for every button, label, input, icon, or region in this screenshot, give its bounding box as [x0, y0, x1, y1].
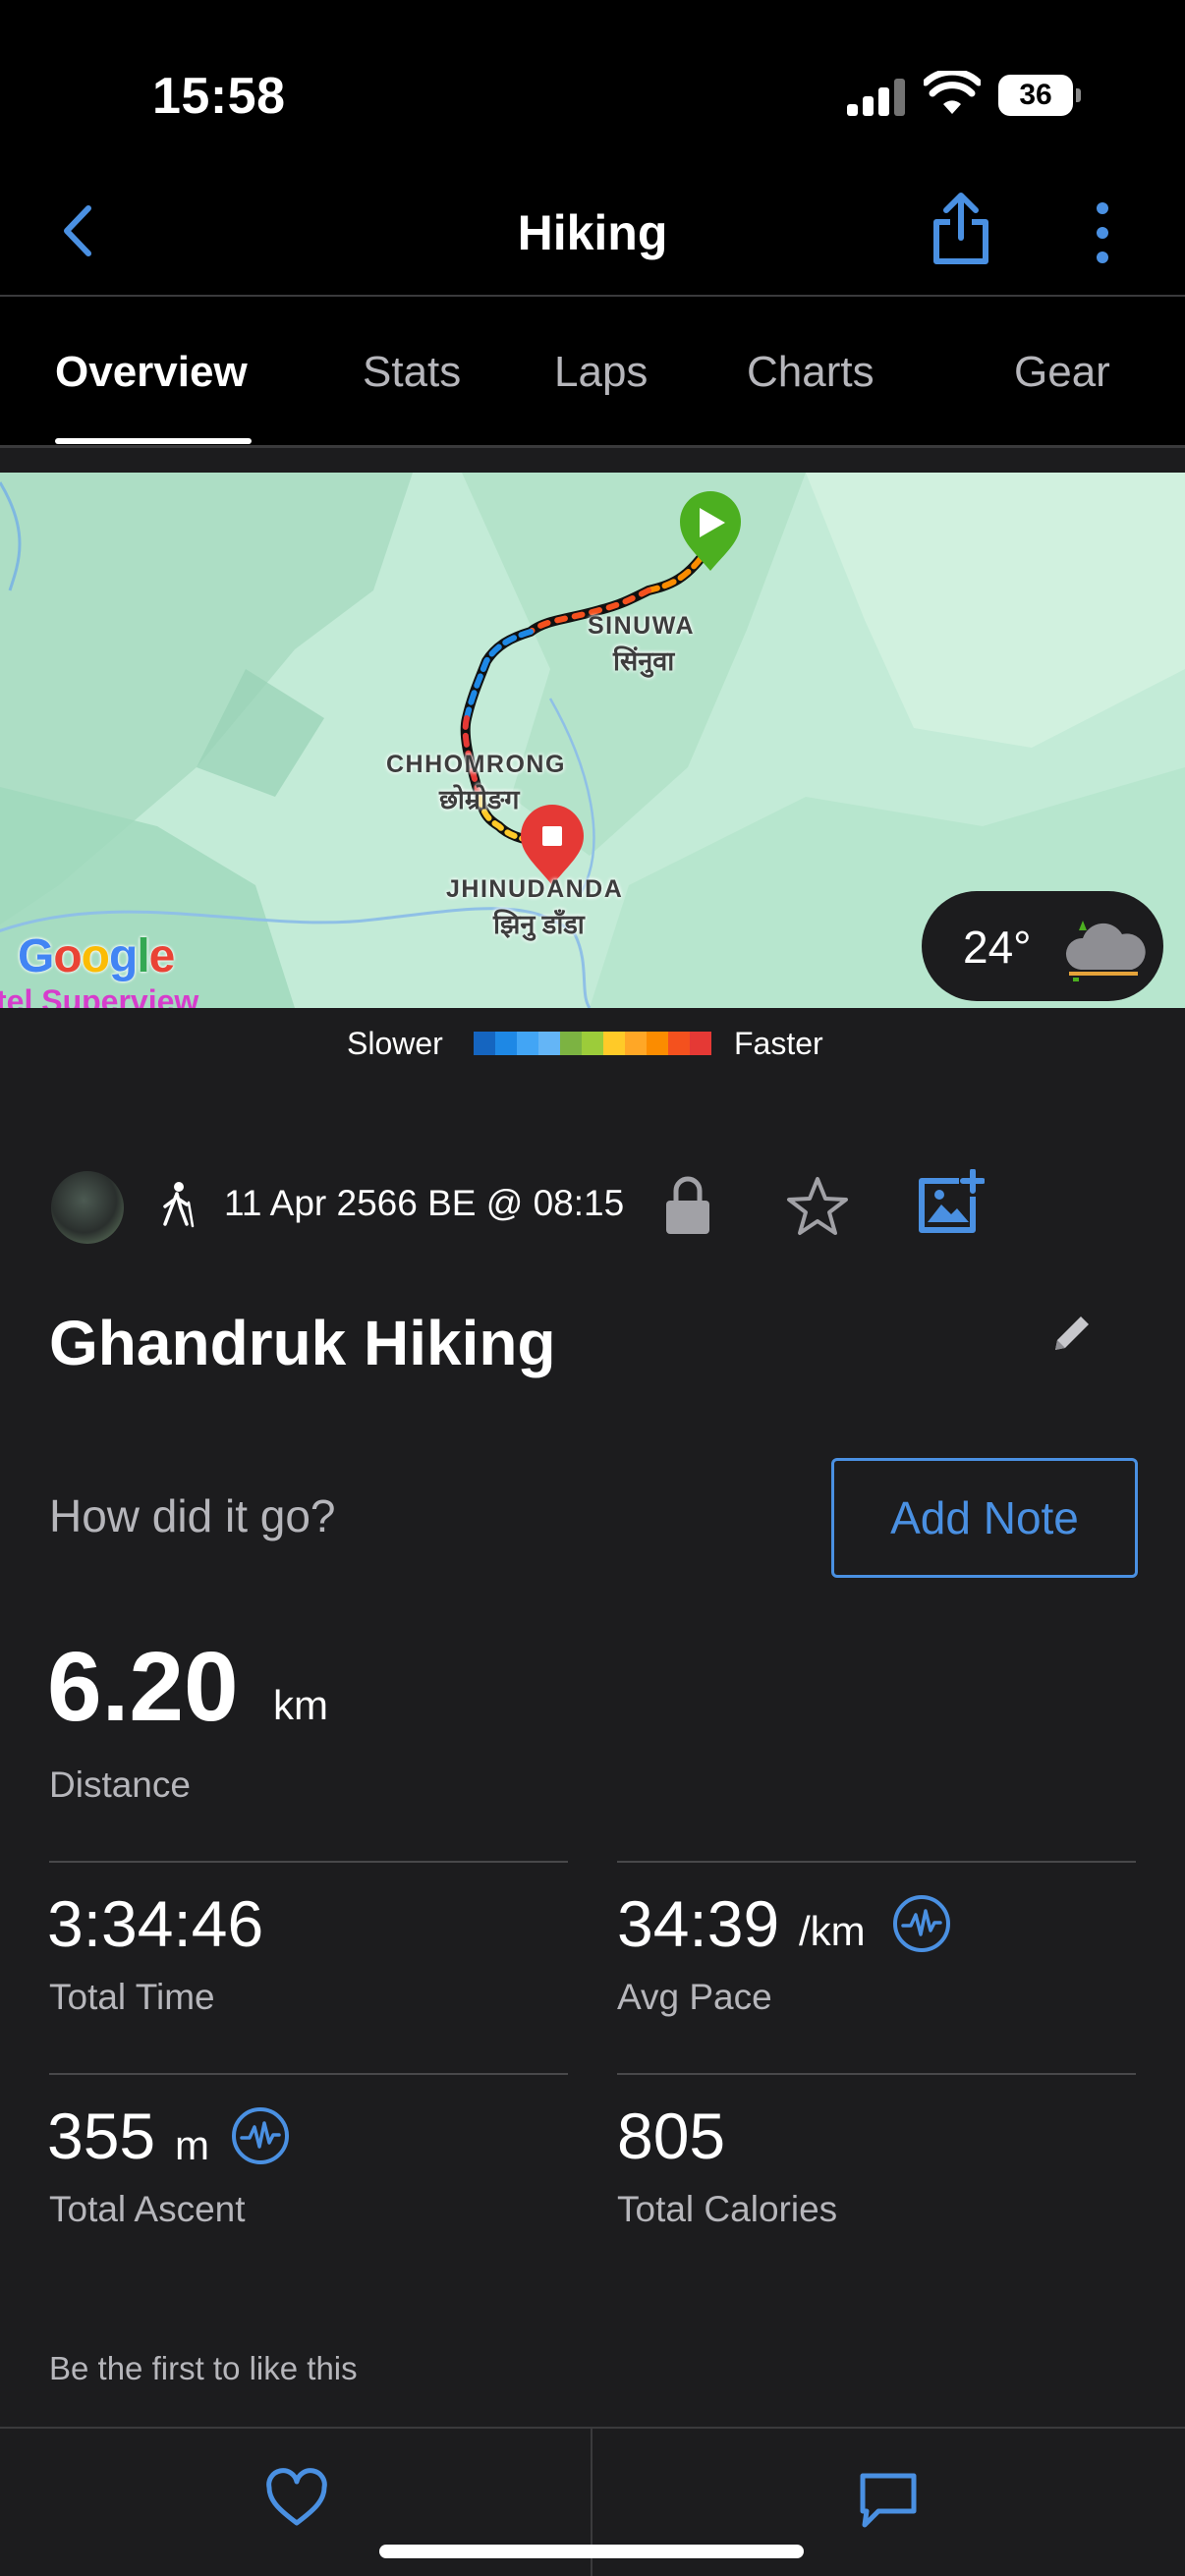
- legend-faster-label: Faster: [734, 1026, 823, 1061]
- activity-meta-row: 11 Apr 2566 BE @ 08:15: [0, 1159, 1185, 1248]
- battery-icon: 36: [998, 75, 1081, 116]
- share-icon[interactable]: [929, 191, 993, 267]
- activity-title: Ghandruk Hiking: [49, 1308, 556, 1378]
- total-time-value: 3:34:46: [47, 1887, 264, 1960]
- comment-icon[interactable]: [855, 2468, 922, 2531]
- avg-pace-label: Avg Pace: [617, 1977, 772, 2017]
- total-calories-value: 805: [617, 2100, 726, 2172]
- tab-bar: Overview Stats Laps Charts Gear: [0, 297, 1185, 448]
- route-map[interactable]: SINUWA सिंनुवा CHHOMRONG छोम्रोङग JHINUD…: [0, 473, 1185, 1008]
- map-label-sinuwa-local: सिंनुवा: [613, 646, 675, 676]
- map-label-chhomrong: CHHOMRONG: [386, 751, 566, 778]
- weather-badge[interactable]: 24°: [922, 891, 1163, 1001]
- tab-stats[interactable]: Stats: [363, 348, 461, 397]
- activity-date: 11 Apr 2566 BE @ 08:15: [224, 1183, 625, 1223]
- pace-legend: Slower Faster: [0, 1008, 1185, 1077]
- wifi-icon: [924, 71, 981, 114]
- pencil-icon[interactable]: [1047, 1309, 1097, 1358]
- distance-value: 6.20: [47, 1632, 239, 1742]
- stats-divider: [617, 2073, 1136, 2075]
- navigation-bar: Hiking: [0, 167, 1185, 297]
- likes-text: Be the first to like this: [49, 2350, 358, 2386]
- legend-color-scale: [474, 1032, 711, 1055]
- add-note-button[interactable]: Add Note: [831, 1458, 1138, 1578]
- pulse-icon[interactable]: [230, 2105, 291, 2166]
- note-prompt: How did it go?: [49, 1490, 336, 1541]
- home-indicator[interactable]: [379, 2545, 804, 2558]
- legend-slower-label: Slower: [347, 1026, 443, 1061]
- distance-label: Distance: [49, 1764, 191, 1805]
- star-icon[interactable]: [786, 1175, 849, 1236]
- stats-divider: [49, 1861, 568, 1863]
- total-ascent-value: 355: [47, 2100, 156, 2172]
- total-time-label: Total Time: [49, 1977, 215, 2017]
- pulse-icon[interactable]: [891, 1893, 952, 1954]
- avg-pace-unit: /km: [799, 1908, 866, 1954]
- heart-icon[interactable]: [263, 2468, 330, 2529]
- status-bar: 15:58 36: [0, 0, 1185, 167]
- tab-overview[interactable]: Overview: [55, 348, 248, 397]
- hiking-icon: [163, 1182, 195, 1228]
- lock-icon[interactable]: [660, 1173, 715, 1238]
- signal-icon: [847, 79, 906, 116]
- bottom-action-bar: [0, 2427, 1185, 2576]
- distance-unit: km: [273, 1682, 328, 1728]
- google-logo: Google: [18, 930, 175, 982]
- active-tab-indicator: [55, 438, 252, 444]
- add-photo-icon[interactable]: [916, 1169, 985, 1236]
- avatar[interactable]: [51, 1171, 124, 1244]
- tab-laps[interactable]: Laps: [554, 348, 648, 397]
- tab-charts[interactable]: Charts: [747, 348, 875, 397]
- map-poi-label: tel Superview: [0, 983, 199, 1008]
- total-calories-label: Total Calories: [617, 2189, 838, 2229]
- map-label-chhomrong-local: छोम्रोङग: [439, 785, 520, 814]
- total-ascent-unit: m: [175, 2122, 209, 2168]
- avg-pace-value: 34:39: [617, 1887, 780, 1960]
- total-ascent-label: Total Ascent: [49, 2189, 246, 2229]
- more-vertical-icon[interactable]: [1081, 198, 1124, 267]
- map-label-jhinudanda: JHINUDANDA: [446, 875, 624, 903]
- stats-divider: [617, 1861, 1136, 1863]
- cloud-rain-icon: [1065, 921, 1146, 981]
- map-label-jhinudanda-local: झिनु डाँडा: [493, 910, 585, 939]
- battery-level: 36: [998, 75, 1073, 116]
- page-title: Hiking: [517, 205, 668, 260]
- status-time: 15:58: [152, 68, 286, 125]
- weather-temperature: 24°: [963, 922, 1032, 973]
- stats-divider: [49, 2073, 568, 2075]
- tab-gear[interactable]: Gear: [1014, 348, 1110, 397]
- map-label-sinuwa: SINUWA: [588, 612, 695, 640]
